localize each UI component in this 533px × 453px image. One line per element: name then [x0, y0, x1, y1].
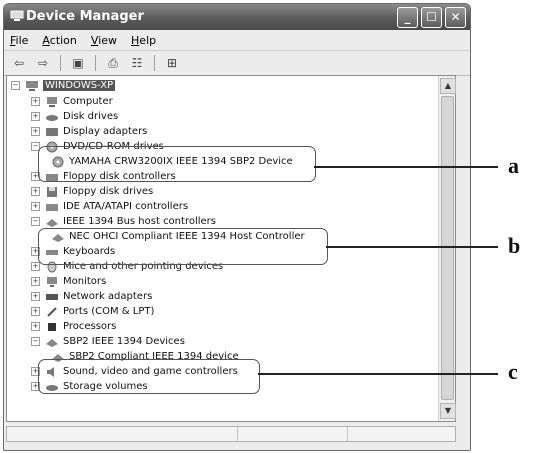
menu-action[interactable]: Action — [42, 34, 76, 47]
expand-icon[interactable]: + — [31, 307, 40, 316]
tree-item-disk-drives[interactable]: + Disk drives — [31, 109, 118, 124]
status-panel — [347, 427, 456, 441]
tree-item-network-adapters[interactable]: + Network adapters — [31, 289, 152, 304]
display-adapter-icon — [46, 127, 58, 136]
status-panel — [237, 427, 348, 441]
toolbar: ⇦ ⇨ ▣ ⎙ ☷ ⊞ — [4, 51, 470, 76]
highlight-box-a — [38, 146, 316, 182]
close-button[interactable]: ✕ — [445, 7, 466, 28]
toolbar-separator — [95, 55, 96, 71]
host-controller-icon — [46, 218, 58, 227]
callout-label-c: c — [508, 359, 518, 384]
tree-item-floppy-drives[interactable]: + Floppy disk drives — [31, 184, 153, 199]
ide-controller-icon — [46, 203, 58, 211]
tree-item-ieee1394-host[interactable]: − IEEE 1394 Bus host controllers — [31, 214, 216, 229]
callout-line-b — [326, 246, 498, 248]
title-bar: Device Manager _ ☐ ✕ — [4, 4, 470, 30]
collapse-icon[interactable]: − — [31, 217, 40, 226]
callout-line-c — [258, 373, 498, 375]
tree-item-monitors[interactable]: + Monitors — [31, 274, 106, 289]
expand-icon[interactable]: + — [31, 202, 40, 211]
menu-help[interactable]: Help — [131, 34, 156, 47]
window-title: Device Manager — [26, 9, 144, 24]
tree-item-computer[interactable]: + Computer — [31, 94, 113, 109]
menu-file[interactable]: File — [10, 34, 28, 47]
scroll-down-icon[interactable]: ▼ — [440, 403, 456, 419]
tree-item-label: IEEE 1394 Bus host controllers — [63, 216, 216, 227]
tree-item-processors[interactable]: + Processors — [31, 319, 116, 334]
vertical-scrollbar[interactable]: ▲ ▼ — [438, 76, 456, 421]
tree-item-label: Disk drives — [63, 111, 119, 122]
tree-root[interactable]: − WINDOWS-XP — [11, 78, 116, 93]
highlight-box-b — [38, 228, 328, 265]
tree-item-label: Monitors — [63, 276, 107, 287]
tree-item-label: Network adapters — [63, 291, 153, 302]
menu-bar: File Action View Help — [4, 30, 470, 51]
minimize-button[interactable]: _ — [397, 7, 418, 28]
callout-line-a — [314, 166, 498, 168]
network-adapter-icon — [46, 293, 58, 300]
expand-icon[interactable]: + — [31, 187, 40, 196]
highlight-box-c — [38, 359, 260, 394]
expand-icon[interactable]: + — [31, 322, 40, 331]
properties-icon[interactable]: ☷ — [128, 54, 146, 72]
computer-icon — [47, 96, 57, 107]
callout-label-a: a — [508, 153, 519, 178]
sbp2-device-icon — [46, 338, 58, 347]
status-bar — [6, 426, 456, 442]
forward-arrow-icon[interactable]: ⇨ — [34, 54, 52, 72]
console-tree-icon[interactable]: ▣ — [69, 54, 87, 72]
tree-item-display-adapters[interactable]: + Display adapters — [31, 124, 147, 139]
floppy-drive-icon — [47, 186, 57, 197]
menu-view[interactable]: View — [91, 34, 117, 47]
expand-icon[interactable]: + — [31, 292, 40, 301]
computer-icon — [26, 80, 38, 91]
tree-item-label: SBP2 IEEE 1394 Devices — [63, 336, 185, 347]
expand-icon[interactable]: + — [31, 97, 40, 106]
tree-item-label: Display adapters — [63, 126, 148, 137]
tree-item-label: Computer — [63, 96, 113, 107]
monitor-icon — [47, 276, 57, 287]
expand-icon[interactable]: + — [31, 127, 40, 136]
toolbar-separator — [60, 55, 61, 71]
disk-drive-icon — [46, 114, 58, 121]
scan-hardware-icon[interactable]: ⊞ — [163, 54, 181, 72]
expand-icon[interactable]: + — [31, 277, 40, 286]
collapse-icon[interactable]: − — [31, 337, 40, 346]
tree-item-label: Floppy disk drives — [63, 186, 154, 197]
scroll-thumb[interactable] — [441, 96, 454, 400]
scroll-up-icon[interactable]: ▲ — [440, 78, 456, 94]
tree-item-label: Processors — [63, 321, 117, 332]
tree-item-ide-controllers[interactable]: + IDE ATA/ATAPI controllers — [31, 199, 188, 214]
port-icon — [47, 306, 57, 317]
tree-item-sbp2-devices[interactable]: − SBP2 IEEE 1394 Devices — [31, 334, 185, 349]
tree-item-label: IDE ATA/ATAPI controllers — [63, 201, 189, 212]
callout-label-b: b — [508, 233, 521, 258]
tree-item-label: Ports (COM & LPT) — [63, 306, 155, 317]
processor-icon — [48, 322, 56, 331]
collapse-icon[interactable]: − — [11, 81, 20, 90]
tree-root-label: WINDOWS-XP — [43, 80, 116, 91]
toolbar-separator — [154, 55, 155, 71]
print-icon[interactable]: ⎙ — [104, 54, 122, 72]
maximize-button[interactable]: ☐ — [421, 7, 442, 28]
back-arrow-icon[interactable]: ⇦ — [10, 54, 28, 72]
computer-icon — [10, 10, 24, 21]
tree-item-ports[interactable]: + Ports (COM & LPT) — [31, 304, 154, 319]
expand-icon[interactable]: + — [31, 112, 40, 121]
expand-icon[interactable]: + — [31, 262, 40, 271]
